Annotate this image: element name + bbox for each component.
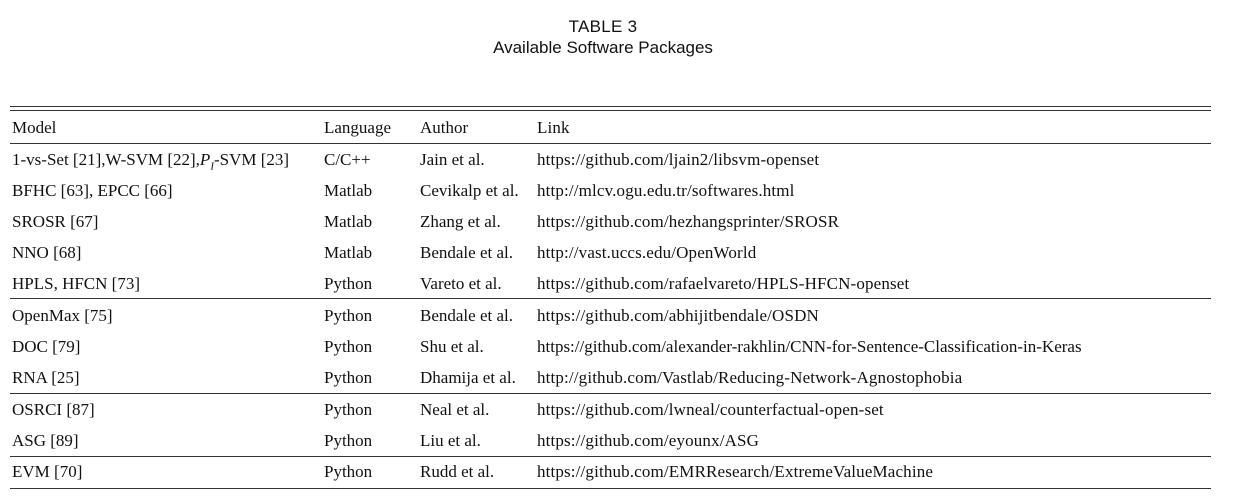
group-divider bbox=[10, 393, 1211, 394]
table-title: Available Software Packages bbox=[493, 38, 713, 57]
top-rule bbox=[10, 106, 1211, 107]
cell-link[interactable]: http://vast.uccs.edu/OpenWorld bbox=[537, 243, 756, 263]
cell-model: ASG [89] bbox=[12, 431, 79, 450]
cell-model: EVM [70] bbox=[12, 462, 83, 481]
cell-link[interactable]: https://github.com/lwneal/counterfactual… bbox=[537, 400, 884, 420]
header-author: Author bbox=[420, 118, 469, 137]
header-link: Link bbox=[537, 118, 570, 137]
cell-model: SROSR [67] bbox=[12, 212, 99, 231]
cell-language: Python bbox=[324, 306, 373, 325]
header-rule bbox=[10, 143, 1211, 144]
group-divider bbox=[10, 456, 1211, 457]
cell-link[interactable]: http://mlcv.ogu.edu.tr/softwares.html bbox=[537, 181, 795, 201]
cell-link[interactable]: https://github.com/ljain2/libsvm-openset bbox=[537, 150, 819, 170]
cell-link[interactable]: https://github.com/hezhangsprinter/SROSR bbox=[537, 212, 839, 232]
cell-language: Python bbox=[324, 431, 373, 450]
cell-language: Matlab bbox=[324, 181, 373, 200]
cell-author: Dhamija et al. bbox=[420, 368, 516, 387]
cell-model: RNA [25] bbox=[12, 368, 80, 387]
cell-language: C/C++ bbox=[324, 150, 371, 169]
header-model: Model bbox=[12, 118, 57, 137]
cell-author: Liu et al. bbox=[420, 431, 481, 450]
table-number: TABLE 3 bbox=[568, 17, 638, 36]
cell-author: Bendale et al. bbox=[420, 243, 513, 262]
cell-author: Rudd et al. bbox=[420, 462, 495, 481]
cell-language: Python bbox=[324, 274, 373, 293]
cell-author: Zhang et al. bbox=[420, 212, 501, 231]
cell-author: Bendale et al. bbox=[420, 306, 513, 325]
cell-author: Vareto et al. bbox=[420, 274, 502, 293]
cell-language: Matlab bbox=[324, 212, 373, 231]
cell-link[interactable]: http://github.com/Vastlab/Reducing-Netwo… bbox=[537, 368, 962, 388]
cell-language: Python bbox=[324, 400, 373, 419]
bottom-rule bbox=[10, 488, 1211, 489]
cell-link[interactable]: https://github.com/rafaelvareto/HPLS-HFC… bbox=[537, 274, 909, 294]
cell-author: Cevikalp et al. bbox=[420, 181, 519, 200]
cell-link[interactable]: https://github.com/eyounx/ASG bbox=[537, 431, 759, 451]
cell-author: Neal et al. bbox=[420, 400, 490, 419]
top-rule-inner bbox=[10, 110, 1211, 111]
cell-model: OSRCI [87] bbox=[12, 400, 95, 419]
cell-link[interactable]: https://github.com/EMRResearch/ExtremeVa… bbox=[537, 462, 933, 482]
cell-link[interactable]: https://github.com/abhijitbendale/OSDN bbox=[537, 306, 819, 326]
cell-language: Matlab bbox=[324, 243, 373, 262]
cell-model: DOC [79] bbox=[12, 337, 81, 356]
header-language: Language bbox=[324, 118, 392, 137]
cell-language: Python bbox=[324, 368, 373, 387]
cell-model: HPLS, HFCN [73] bbox=[12, 274, 140, 293]
cell-link[interactable]: https://github.com/alexander-rakhlin/CNN… bbox=[537, 337, 1082, 357]
cell-model: OpenMax [75] bbox=[12, 306, 113, 325]
cell-author: Shu et al. bbox=[420, 337, 484, 356]
cell-language: Python bbox=[324, 462, 373, 481]
group-divider bbox=[10, 298, 1211, 299]
cell-model: BFHC [63], EPCC [66] bbox=[12, 181, 173, 200]
cell-model: NNO [68] bbox=[12, 243, 82, 262]
cell-model: 1-vs-Set [21],W-SVM [22],PI-SVM [23] bbox=[12, 150, 290, 173]
cell-author: Jain et al. bbox=[420, 150, 485, 169]
cell-language: Python bbox=[324, 337, 373, 356]
